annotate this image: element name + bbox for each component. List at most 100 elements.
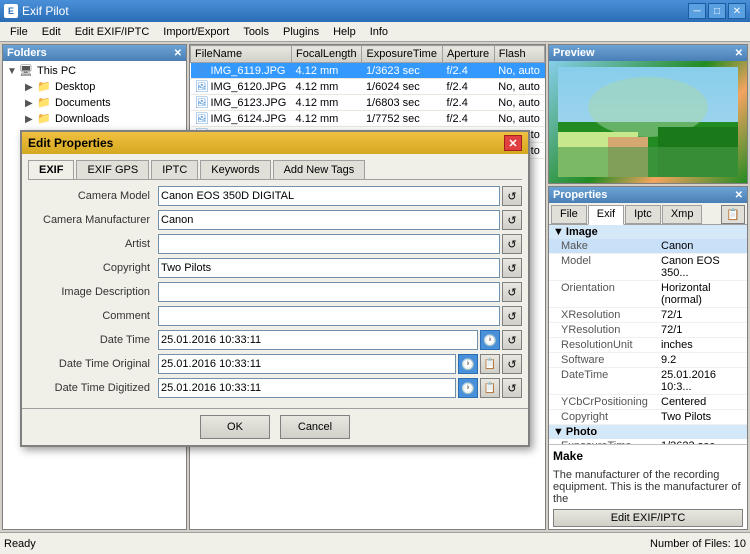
prop-label-datetime: DateTime: [561, 369, 661, 393]
prop-tab-file[interactable]: File: [551, 205, 587, 224]
menu-edit[interactable]: Edit: [36, 24, 67, 40]
preview-close-button[interactable]: ✕: [735, 48, 743, 59]
undo-button-0[interactable]: ↺: [502, 186, 522, 206]
prop-row-copyright[interactable]: Copyright Two Pilots: [549, 410, 747, 425]
col-aperture[interactable]: Aperture: [442, 46, 494, 63]
clock-button-8[interactable]: 🕐: [458, 378, 478, 398]
table-row[interactable]: 🖼IMG_6123.JPG 4.12 mm 1/6803 sec f/2.4 N…: [191, 95, 545, 111]
modal-tab-exif[interactable]: EXIF: [28, 160, 74, 179]
form-input-7[interactable]: [158, 354, 456, 374]
prop-row-make[interactable]: Make Canon: [549, 239, 747, 254]
modal-tab-keywords[interactable]: Keywords: [200, 160, 270, 179]
preview-title: Preview: [553, 47, 595, 59]
tree-label-desktop: Desktop: [55, 81, 95, 93]
col-filename[interactable]: FileName: [191, 46, 292, 63]
focal-cell: 4.12 mm: [292, 79, 362, 95]
form-row-camera-manufacturer: Camera Manufacturer ↺: [28, 210, 522, 230]
copy-button-7[interactable]: 📋: [480, 354, 500, 374]
computer-icon: 🖥: [19, 64, 35, 78]
menu-plugins[interactable]: Plugins: [277, 24, 325, 40]
form-row-image-description: Image Description ↺: [28, 282, 522, 302]
prop-tab-exif[interactable]: Exif: [588, 205, 624, 225]
edit-properties-dialog[interactable]: Edit Properties ✕ EXIF EXIF GPS IPTC Key…: [20, 130, 530, 447]
prop-row-xresolution[interactable]: XResolution 72/1: [549, 308, 747, 323]
tree-item-documents[interactable]: ▶ 📁 Documents: [23, 95, 184, 111]
prop-tab-xmp[interactable]: Xmp: [662, 205, 703, 224]
prop-row-datetime[interactable]: DateTime 25.01.2016 10:3...: [549, 368, 747, 395]
table-row[interactable]: 🖼IMG_6124.JPG 4.12 mm 1/7752 sec f/2.4 N…: [191, 111, 545, 127]
maximize-button[interactable]: □: [708, 3, 726, 19]
prop-tab-iptc[interactable]: Iptc: [625, 205, 661, 224]
form-label-8: Date Time Digitized: [28, 382, 158, 394]
form-input-8[interactable]: [158, 378, 456, 398]
folders-close-button[interactable]: ✕: [174, 48, 182, 59]
prop-row-resunit[interactable]: ResolutionUnit inches: [549, 338, 747, 353]
menu-file[interactable]: File: [4, 24, 34, 40]
col-flash[interactable]: Flash: [494, 46, 544, 63]
tree-item-downloads[interactable]: ▶ 📁 Downloads: [23, 111, 184, 127]
clock-button-7[interactable]: 🕐: [458, 354, 478, 374]
form-input-4[interactable]: [158, 282, 500, 302]
tree-item-desktop[interactable]: ▶ 📁 Desktop: [23, 79, 184, 95]
tree-item-this-pc[interactable]: ▼ 🖥 This PC: [5, 63, 184, 79]
modal-tab-exif-gps[interactable]: EXIF GPS: [76, 160, 149, 179]
folders-header: Folders ✕: [3, 45, 186, 61]
folder-icon-downloads: 📁: [37, 112, 53, 126]
undo-button-4[interactable]: ↺: [502, 282, 522, 302]
modal-tab-iptc[interactable]: IPTC: [151, 160, 198, 179]
form-input-2[interactable]: [158, 234, 500, 254]
undo-button-3[interactable]: ↺: [502, 258, 522, 278]
undo-button-2[interactable]: ↺: [502, 234, 522, 254]
table-row[interactable]: 🖼IMG_6119.JPG 4.12 mm 1/3623 sec f/2.4 N…: [191, 63, 545, 79]
prop-row-yresolution[interactable]: YResolution 72/1: [549, 323, 747, 338]
undo-button-6[interactable]: ↺: [502, 330, 522, 350]
undo-button-7[interactable]: ↺: [502, 354, 522, 374]
edit-exif-button[interactable]: Edit EXIF/IPTC: [553, 509, 743, 527]
folder-icon-documents: 📁: [37, 96, 53, 110]
undo-button-5[interactable]: ↺: [502, 306, 522, 326]
title-bar-buttons: ─ □ ✕: [688, 3, 746, 19]
clock-button-6[interactable]: 🕐: [480, 330, 500, 350]
form-label-0: Camera Model: [28, 190, 158, 202]
folders-title: Folders: [7, 47, 47, 59]
form-label-4: Image Description: [28, 286, 158, 298]
cancel-button[interactable]: Cancel: [280, 415, 350, 439]
menu-tools[interactable]: Tools: [237, 24, 275, 40]
undo-button-8[interactable]: ↺: [502, 378, 522, 398]
prop-row-ycbcr[interactable]: YCbCrPositioning Centered: [549, 395, 747, 410]
menu-help[interactable]: Help: [327, 24, 362, 40]
form-input-3[interactable]: [158, 258, 500, 278]
close-button[interactable]: ✕: [728, 3, 746, 19]
file-name-cell: 🖼IMG_6123.JPG: [191, 95, 292, 111]
tree-label-documents: Documents: [55, 97, 111, 109]
prop-row-software[interactable]: Software 9.2: [549, 353, 747, 368]
minimize-button[interactable]: ─: [688, 3, 706, 19]
exposure-cell: 1/7752 sec: [362, 111, 443, 127]
prop-value-resunit: inches: [661, 339, 693, 351]
modal-tabs: EXIF EXIF GPS IPTC Keywords Add New Tags: [28, 160, 522, 180]
menu-info[interactable]: Info: [364, 24, 394, 40]
table-row[interactable]: 🖼IMG_6120.JPG 4.12 mm 1/6024 sec f/2.4 N…: [191, 79, 545, 95]
form-input-1[interactable]: [158, 210, 500, 230]
undo-button-1[interactable]: ↺: [502, 210, 522, 230]
modal-close-button[interactable]: ✕: [504, 135, 522, 151]
file-name-cell: 🖼IMG_6124.JPG: [191, 111, 292, 127]
prop-row-orientation[interactable]: Orientation Horizontal (normal): [549, 281, 747, 308]
ok-button[interactable]: OK: [200, 415, 270, 439]
prop-label-software: Software: [561, 354, 661, 366]
prop-label-xres: XResolution: [561, 309, 661, 321]
form-input-0[interactable]: [158, 186, 500, 206]
form-input-5[interactable]: [158, 306, 500, 326]
exposure-cell: 1/3623 sec: [362, 63, 443, 79]
copy-button-8[interactable]: 📋: [480, 378, 500, 398]
menu-import-export[interactable]: Import/Export: [157, 24, 235, 40]
properties-close-button[interactable]: ✕: [735, 190, 743, 201]
col-focal[interactable]: FocalLength: [292, 46, 362, 63]
prop-row-model[interactable]: Model Canon EOS 350...: [549, 254, 747, 281]
properties-icon[interactable]: 📋: [721, 205, 745, 224]
form-row-copyright: Copyright ↺: [28, 258, 522, 278]
form-input-6[interactable]: [158, 330, 478, 350]
modal-tab-add-tags[interactable]: Add New Tags: [273, 160, 366, 179]
col-exposure[interactable]: ExposureTime: [362, 46, 443, 63]
menu-edit-exif[interactable]: Edit EXIF/IPTC: [69, 24, 156, 40]
